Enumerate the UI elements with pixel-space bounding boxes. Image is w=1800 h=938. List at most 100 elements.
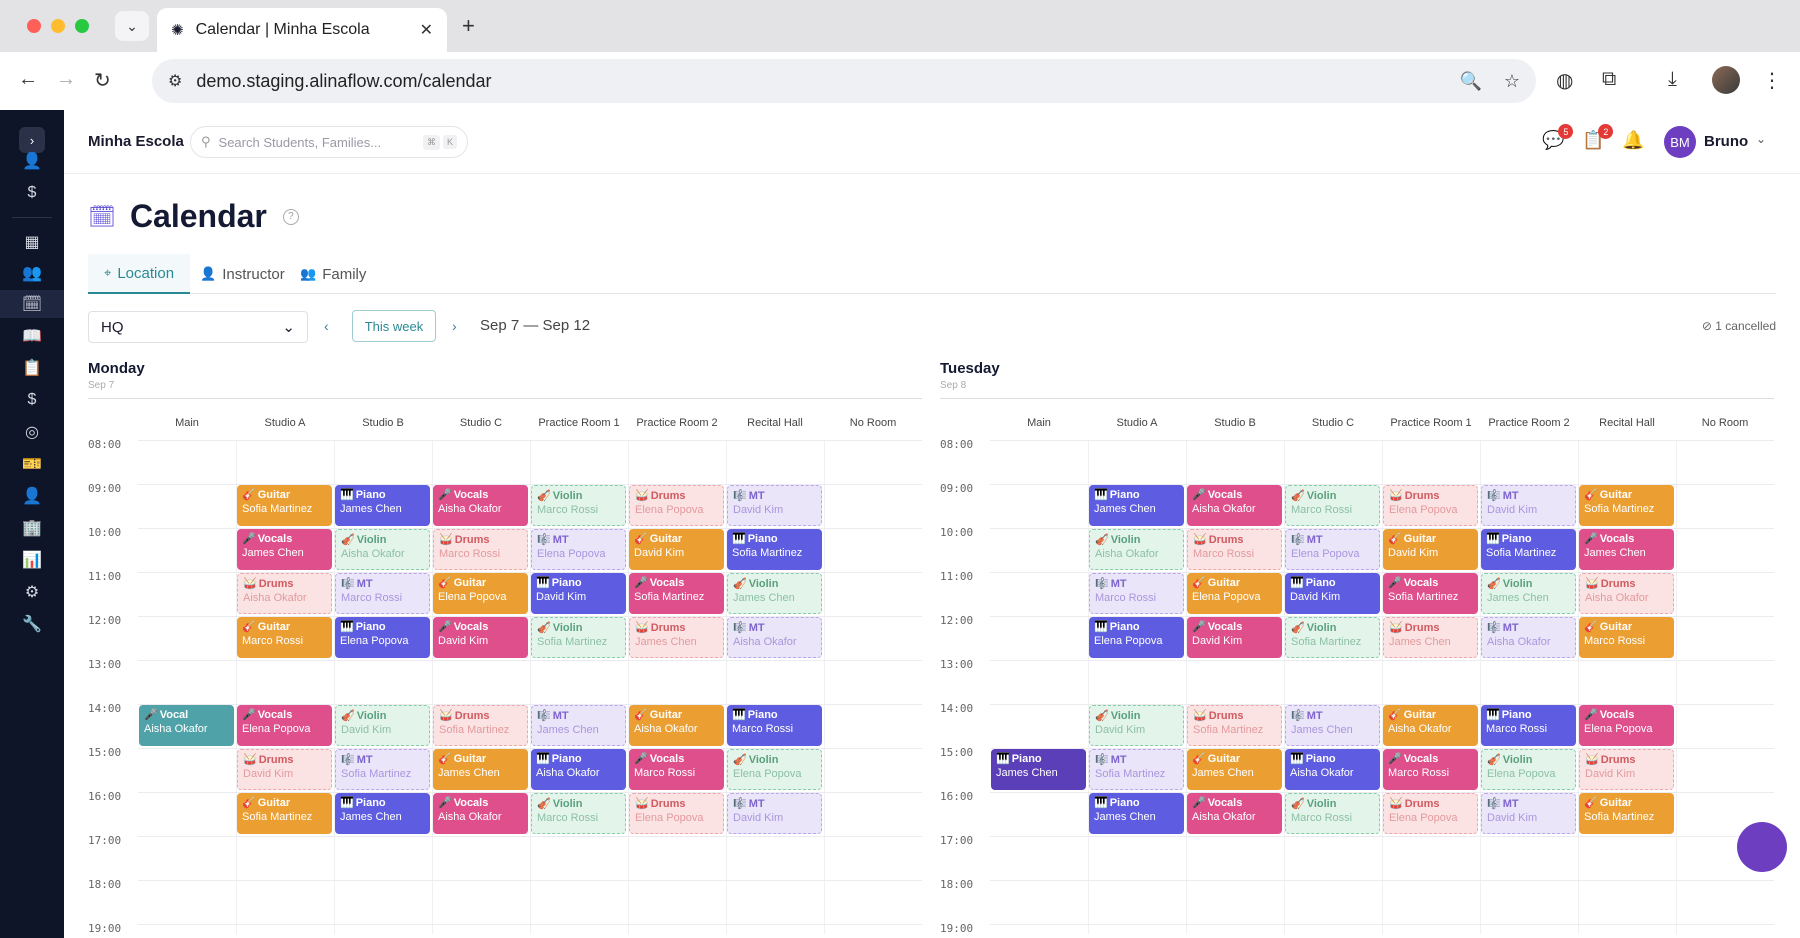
lesson-event[interactable]: 🎻 Violin Aisha Okafor: [1089, 529, 1184, 570]
lesson-event[interactable]: 🎼 MT Aisha Okafor: [727, 617, 822, 658]
forward-icon[interactable]: →: [56, 68, 76, 91]
lesson-event[interactable]: 🎼 MT Elena Popova: [1285, 529, 1380, 570]
lesson-event[interactable]: 🎸 Guitar James Chen: [1187, 749, 1282, 790]
lesson-event[interactable]: 🎸 Guitar Aisha Okafor: [629, 705, 724, 746]
lesson-event[interactable]: 🎤 Vocals Elena Popova: [237, 705, 332, 746]
lesson-event[interactable]: 🎸 Guitar Marco Rossi: [1579, 617, 1674, 658]
lesson-event[interactable]: 🎹 Piano James Chen: [991, 749, 1086, 790]
lesson-event[interactable]: 🎤 Vocal Aisha Okafor: [139, 705, 234, 746]
lesson-event[interactable]: 🎸 Guitar Elena Popova: [433, 573, 528, 614]
lesson-event[interactable]: 🎻 Violin James Chen: [1481, 573, 1576, 614]
lesson-event[interactable]: 🎸 Guitar Marco Rossi: [237, 617, 332, 658]
lesson-event[interactable]: 🎤 Vocals Marco Rossi: [629, 749, 724, 790]
reload-icon[interactable]: ↻: [94, 68, 111, 93]
tasks-icon[interactable]: 📋 2: [1582, 124, 1614, 151]
lesson-event[interactable]: 🎼 MT Elena Popova: [531, 529, 626, 570]
lesson-event[interactable]: 🎸 Guitar Sofia Martinez: [237, 485, 332, 526]
lesson-event[interactable]: 🎼 MT Marco Rossi: [335, 573, 430, 614]
dashboard-icon[interactable]: ▦: [0, 228, 64, 256]
lesson-event[interactable]: 🎤 Vocals Sofia Martinez: [1383, 573, 1478, 614]
lesson-event[interactable]: 🎼 MT David Kim: [1481, 793, 1576, 834]
lesson-event[interactable]: 🎤 Vocals James Chen: [237, 529, 332, 570]
lesson-event[interactable]: 🎹 Piano James Chen: [335, 793, 430, 834]
lesson-event[interactable]: 🎤 Vocals Aisha Okafor: [433, 793, 528, 834]
lesson-event[interactable]: 🎻 Violin Elena Popova: [727, 749, 822, 790]
url-text[interactable]: demo.staging.alinaflow.com/calendar: [196, 71, 1437, 92]
window-zoom-button[interactable]: [75, 19, 89, 33]
lesson-event[interactable]: 🎼 MT Aisha Okafor: [1481, 617, 1576, 658]
billing-icon[interactable]: $: [0, 179, 64, 207]
back-icon[interactable]: ←: [18, 68, 38, 91]
lesson-event[interactable]: 🥁 Drums Aisha Okafor: [1579, 573, 1674, 614]
bookmark-star-icon[interactable]: ☆: [1504, 71, 1520, 92]
chevron-down-icon[interactable]: ⌄: [1756, 132, 1766, 146]
lesson-event[interactable]: 🥁 Drums Sofia Martinez: [1187, 705, 1282, 746]
browser-tab[interactable]: ✺ Calendar | Minha Escola ✕: [157, 8, 447, 52]
lesson-event[interactable]: 🎹 Piano David Kim: [531, 573, 626, 614]
add-user-icon[interactable]: 👤: [0, 147, 64, 175]
lesson-event[interactable]: 🎤 Vocals Sofia Martinez: [629, 573, 724, 614]
lesson-event[interactable]: 🎻 Violin David Kim: [1089, 705, 1184, 746]
lesson-event[interactable]: 🥁 Drums David Kim: [237, 749, 332, 790]
lesson-event[interactable]: 🎻 Violin Sofia Martinez: [1285, 617, 1380, 658]
lesson-event[interactable]: 🎸 Guitar James Chen: [433, 749, 528, 790]
lesson-event[interactable]: 🎸 Guitar David Kim: [1383, 529, 1478, 570]
lesson-event[interactable]: 🎹 Piano Aisha Okafor: [1285, 749, 1380, 790]
lesson-event[interactable]: 🎻 Violin Marco Rossi: [531, 485, 626, 526]
gear-icon[interactable]: ⚙: [0, 578, 64, 606]
lesson-event[interactable]: 🥁 Drums Elena Popova: [629, 793, 724, 834]
lesson-event[interactable]: 🎹 Piano Sofia Martinez: [1481, 529, 1576, 570]
user-name[interactable]: Bruno: [1704, 133, 1748, 150]
extensions-icon[interactable]: ⧉: [1602, 68, 1616, 91]
lesson-event[interactable]: 🎸 Guitar Sofia Martinez: [1579, 485, 1674, 526]
tab-instructor[interactable]: 👤 Instructor: [200, 254, 285, 294]
lesson-event[interactable]: 🎸 Guitar Elena Popova: [1187, 573, 1282, 614]
ticket-icon[interactable]: 🎫: [0, 450, 64, 478]
messages-icon[interactable]: 💬 5: [1542, 124, 1574, 151]
lesson-event[interactable]: 🎤 Vocals Marco Rossi: [1383, 749, 1478, 790]
lesson-event[interactable]: 🎹 Piano Elena Popova: [1089, 617, 1184, 658]
lesson-event[interactable]: 🎤 Vocals Aisha Okafor: [1187, 485, 1282, 526]
lesson-event[interactable]: 🎼 MT James Chen: [531, 705, 626, 746]
password-manager-icon[interactable]: ◍: [1556, 68, 1573, 93]
lesson-event[interactable]: 🥁 Drums Elena Popova: [1383, 793, 1478, 834]
zoom-icon[interactable]: 🔍: [1459, 71, 1481, 92]
site-settings-icon[interactable]: ⚙: [168, 71, 182, 91]
lesson-event[interactable]: 🎼 MT Sofia Martinez: [1089, 749, 1184, 790]
lesson-event[interactable]: 🎻 Violin Aisha Okafor: [335, 529, 430, 570]
lesson-event[interactable]: 🎻 Violin Sofia Martinez: [531, 617, 626, 658]
wrench-icon[interactable]: 🔧: [0, 610, 64, 638]
lesson-event[interactable]: 🎤 Vocals Aisha Okafor: [1187, 793, 1282, 834]
user-avatar[interactable]: BM: [1664, 126, 1696, 158]
lesson-event[interactable]: 🎼 MT David Kim: [727, 793, 822, 834]
tab-search-button[interactable]: ⌄: [115, 11, 149, 41]
close-icon[interactable]: ✕: [420, 20, 433, 40]
lesson-event[interactable]: 🎤 Vocals Elena Popova: [1579, 705, 1674, 746]
users-icon[interactable]: 👥: [0, 259, 64, 287]
clipboard-icon[interactable]: 📋: [0, 354, 64, 382]
calendar-icon[interactable]: 🗓: [0, 290, 64, 318]
lesson-event[interactable]: 🎹 Piano Marco Rossi: [727, 705, 822, 746]
prev-week-icon[interactable]: ‹: [324, 318, 329, 334]
lesson-event[interactable]: 🎻 Violin David Kim: [335, 705, 430, 746]
new-tab-button[interactable]: +: [462, 13, 475, 39]
tab-location[interactable]: ⌖ Location: [88, 254, 191, 294]
lesson-event[interactable]: 🎻 Violin Marco Rossi: [1285, 485, 1380, 526]
lesson-event[interactable]: 🎹 Piano James Chen: [1089, 793, 1184, 834]
lesson-event[interactable]: 🥁 Drums David Kim: [1579, 749, 1674, 790]
lesson-event[interactable]: 🥁 Drums Elena Popova: [629, 485, 724, 526]
next-week-icon[interactable]: ›: [452, 318, 457, 334]
payments-icon[interactable]: $: [0, 386, 64, 414]
location-select[interactable]: HQ ⌄: [88, 311, 308, 343]
lesson-event[interactable]: 🎹 Piano Marco Rossi: [1481, 705, 1576, 746]
lesson-event[interactable]: 🎼 MT David Kim: [1481, 485, 1576, 526]
lesson-event[interactable]: 🥁 Drums Marco Rossi: [433, 529, 528, 570]
target-icon[interactable]: ◎: [0, 418, 64, 446]
user-settings-icon[interactable]: 👤: [0, 482, 64, 510]
search-input[interactable]: ⚲ Search Students, Families... ⌘ K: [190, 126, 468, 158]
lesson-event[interactable]: 🎼 MT Sofia Martinez: [335, 749, 430, 790]
lesson-event[interactable]: 🎹 Piano David Kim: [1285, 573, 1380, 614]
lesson-event[interactable]: 🎤 Vocals David Kim: [433, 617, 528, 658]
lesson-event[interactable]: 🎼 MT James Chen: [1285, 705, 1380, 746]
lesson-event[interactable]: 🎻 Violin James Chen: [727, 573, 822, 614]
